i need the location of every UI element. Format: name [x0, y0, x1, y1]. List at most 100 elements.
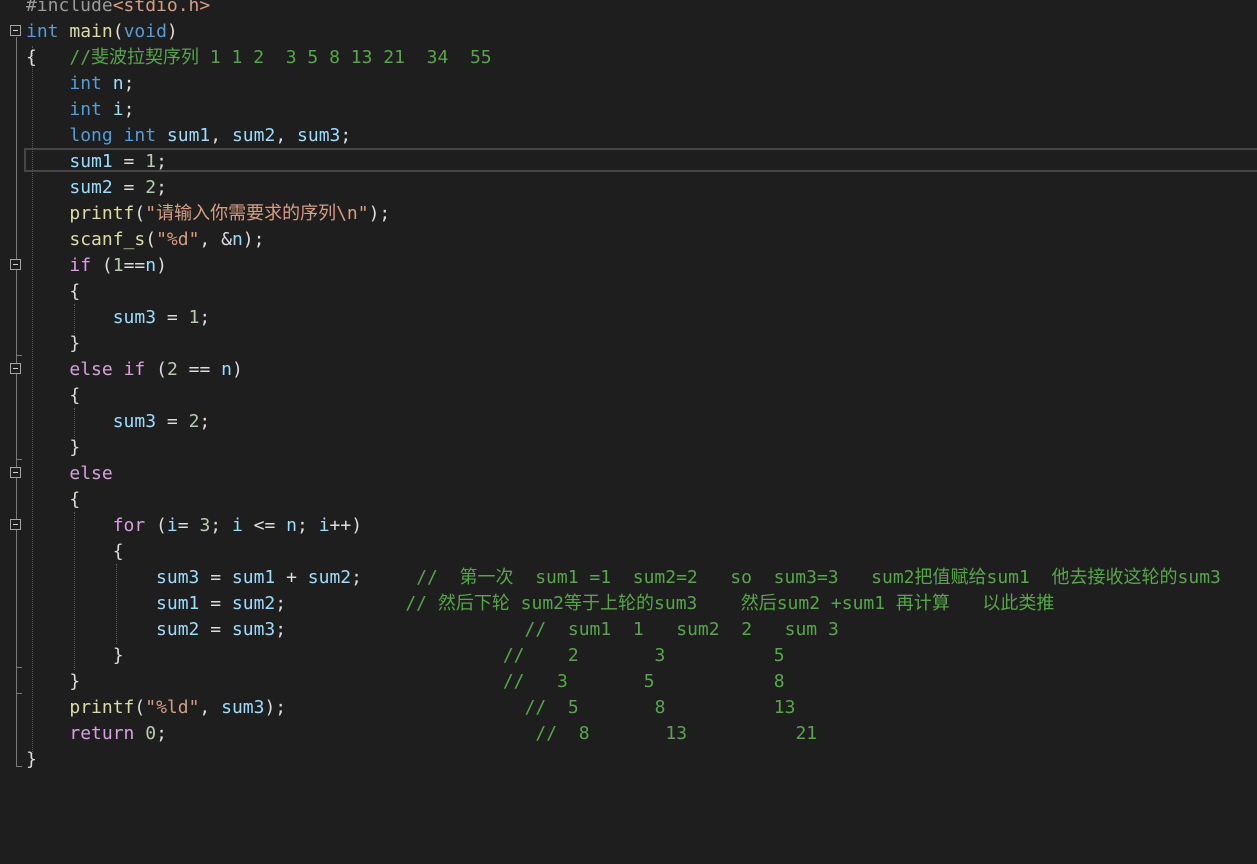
- code-line[interactable]: }: [26, 747, 37, 773]
- token: i: [318, 515, 330, 536]
- string-literal: "%ld": [145, 697, 200, 718]
- code-line[interactable]: {: [26, 487, 80, 513]
- token: =: [112, 177, 146, 198]
- token: sum2: [307, 567, 352, 588]
- code-line[interactable]: printf("请输入你需要求的序列\n");: [26, 201, 390, 227]
- token: );: [242, 229, 265, 250]
- token: (: [112, 21, 124, 42]
- fold-line-main: [16, 37, 17, 767]
- token: ;: [123, 99, 135, 120]
- code-line-current[interactable]: sum1 = 1;: [26, 149, 167, 175]
- token: }: [26, 671, 503, 692]
- code-line[interactable]: }: [26, 331, 80, 357]
- code-line[interactable]: { //斐波拉契序列 1 1 2 3 5 8 13 21 34 55: [26, 45, 492, 71]
- code-line[interactable]: for (i= 3; i <= n; i++): [26, 513, 362, 539]
- token: ): [166, 21, 178, 42]
- code-line[interactable]: int n;: [26, 71, 134, 97]
- code-line[interactable]: sum2 = sum3; // sum1 1 sum2 2 sum 3: [26, 617, 839, 643]
- token: (: [134, 203, 146, 224]
- code-line[interactable]: {: [26, 539, 124, 565]
- code-line[interactable]: sum1 = sum2; // 然后下轮 sum2等于上轮的sum3 然后sum…: [26, 591, 1054, 617]
- token: ;: [275, 619, 525, 640]
- code-line[interactable]: int i;: [26, 97, 134, 123]
- token: ==: [177, 359, 222, 380]
- code-line[interactable]: sum3 = 1;: [26, 305, 211, 331]
- code-line[interactable]: if (1==n): [26, 253, 167, 279]
- token: i: [166, 515, 178, 536]
- code-line[interactable]: {: [26, 279, 80, 305]
- token: sum2: [69, 177, 113, 198]
- code-line[interactable]: long int sum1, sum2, sum3;: [26, 123, 351, 149]
- code-editor[interactable]: #include<stdio.h> int main(void) { //斐波拉…: [0, 0, 1257, 864]
- token: long: [69, 125, 113, 146]
- code-line[interactable]: sum3 = sum1 + sum2; // 第一次 sum1 =1 sum2=…: [26, 565, 1221, 591]
- token: }: [26, 645, 503, 666]
- token: ;: [210, 515, 232, 536]
- string-literal: "%d": [156, 229, 200, 250]
- comment: // 3 5 8: [502, 671, 785, 692]
- token: {: [26, 47, 70, 68]
- string-literal: "请输入你需要求的序列\n": [145, 203, 369, 224]
- token: {: [26, 281, 81, 302]
- code-line[interactable]: int main(void): [26, 19, 178, 45]
- token: void: [123, 21, 167, 42]
- code-line[interactable]: return 0; // 8 13 21: [26, 721, 817, 747]
- token: else: [69, 463, 113, 484]
- token: ): [231, 359, 243, 380]
- code-line[interactable]: sum3 = 2;: [26, 409, 211, 435]
- code-line[interactable]: }: [26, 435, 80, 461]
- code-line[interactable]: } // 2 3 5: [26, 643, 785, 669]
- token: ;: [156, 177, 167, 198]
- token: sum3: [231, 619, 276, 640]
- token: ,: [210, 125, 232, 146]
- token: sum3: [156, 567, 200, 588]
- token: ): [156, 255, 167, 276]
- code-line[interactable]: else: [26, 461, 113, 487]
- token: int: [123, 125, 157, 146]
- code-line[interactable]: else if (2 == n): [26, 357, 243, 383]
- collapse-for-icon[interactable]: [10, 519, 21, 530]
- token: 1: [112, 255, 124, 276]
- collapse-if-icon[interactable]: [10, 259, 21, 270]
- token: 2: [166, 359, 178, 380]
- token: ;: [351, 567, 417, 588]
- code-line[interactable]: sum2 = 2;: [26, 175, 167, 201]
- token: }: [26, 749, 37, 770]
- code-line[interactable]: #include<stdio.h>: [26, 0, 210, 19]
- token: =: [199, 567, 232, 588]
- token: ;: [199, 411, 211, 432]
- token: 2: [188, 411, 200, 432]
- collapse-else-icon[interactable]: [10, 467, 21, 478]
- code-line[interactable]: printf("%ld", sum3); // 5 8 13: [26, 695, 795, 721]
- token: 1: [188, 307, 200, 328]
- comment: //斐波拉契序列 1 1 2 3 5 8 13 21 34 55: [69, 47, 492, 68]
- token: ++): [329, 515, 363, 536]
- code-line[interactable]: scanf_s("%d", &n);: [26, 227, 264, 253]
- token: for: [112, 515, 146, 536]
- collapse-else-if-icon[interactable]: [10, 363, 21, 374]
- token: sum2: [231, 125, 276, 146]
- code-line[interactable]: } // 3 5 8: [26, 669, 785, 695]
- token: printf: [69, 203, 135, 224]
- token: sum1: [166, 125, 211, 146]
- code-line[interactable]: {: [26, 383, 80, 409]
- token: (: [145, 229, 157, 250]
- include-file: <stdio.h>: [112, 0, 211, 16]
- token: return: [69, 723, 135, 744]
- token: ;: [199, 307, 211, 328]
- token: sum2: [231, 593, 276, 614]
- token: i: [112, 99, 124, 120]
- collapse-main-icon[interactable]: [10, 25, 21, 36]
